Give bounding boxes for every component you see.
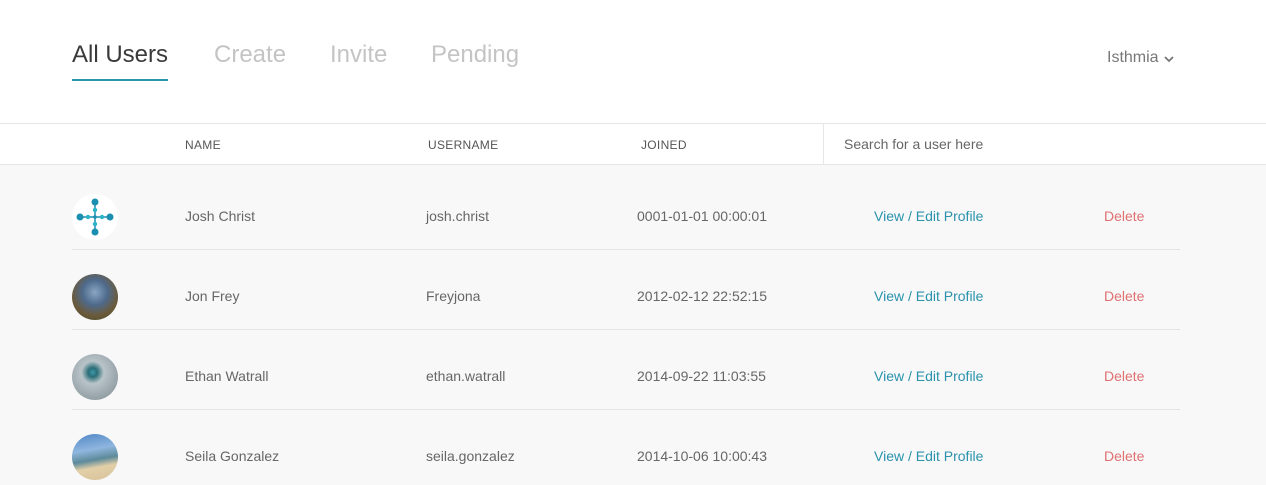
view-edit-profile-link[interactable]: View / Edit Profile (874, 288, 983, 304)
table-row: Ethan Watrall ethan.watrall 2014-09-22 1… (72, 330, 1180, 410)
tab-pending[interactable]: Pending (431, 40, 519, 70)
user-list: Josh Christ josh.christ 0001-01-01 00:00… (0, 165, 1266, 485)
user-joined: 2014-09-22 11:03:55 (637, 368, 766, 384)
user-name: Seila Gonzalez (185, 448, 280, 464)
column-header-joined: JOINED (641, 138, 687, 152)
table-row: Josh Christ josh.christ 0001-01-01 00:00… (72, 170, 1180, 250)
tab-all-users[interactable]: All Users (72, 40, 169, 81)
avatar (72, 194, 118, 240)
delete-user-link[interactable]: Delete (1104, 368, 1144, 384)
org-selector[interactable]: Isthmia (1107, 49, 1174, 67)
view-edit-profile-link[interactable]: View / Edit Profile (874, 208, 983, 224)
search-box (823, 124, 1266, 164)
user-username: josh.christ (426, 208, 490, 224)
table-row: Seila Gonzalez seila.gonzalez 2014-10-06… (72, 410, 1180, 485)
delete-user-link[interactable]: Delete (1104, 208, 1144, 224)
user-username: seila.gonzalez (426, 448, 515, 464)
table-row: Jon Frey Freyjona 2012-02-12 22:52:15 Vi… (72, 250, 1180, 330)
tab-create[interactable]: Create (214, 40, 286, 70)
chevron-down-icon (1163, 55, 1174, 62)
column-header-username: USERNAME (428, 138, 499, 152)
user-name: Josh Christ (185, 208, 256, 224)
avatar (72, 434, 118, 480)
avatar (72, 354, 118, 400)
table-header: NAME USERNAME JOINED (0, 123, 1266, 165)
avatar (72, 274, 118, 320)
user-username: Freyjona (426, 288, 481, 304)
org-selector-label: Isthmia (1107, 49, 1159, 66)
delete-user-link[interactable]: Delete (1104, 288, 1144, 304)
column-header-name: NAME (185, 138, 221, 152)
view-edit-profile-link[interactable]: View / Edit Profile (874, 448, 983, 464)
network-logo-icon (76, 198, 114, 236)
tab-invite[interactable]: Invite (330, 40, 387, 70)
user-username: ethan.watrall (426, 368, 506, 384)
delete-user-link[interactable]: Delete (1104, 448, 1144, 464)
user-name: Jon Frey (185, 288, 240, 304)
user-name: Ethan Watrall (185, 368, 269, 384)
user-joined: 2012-02-12 22:52:15 (637, 288, 767, 304)
view-edit-profile-link[interactable]: View / Edit Profile (874, 368, 983, 384)
search-input[interactable] (824, 124, 1224, 164)
user-joined: 2014-10-06 10:00:43 (637, 448, 767, 464)
user-joined: 0001-01-01 00:00:01 (637, 208, 767, 224)
